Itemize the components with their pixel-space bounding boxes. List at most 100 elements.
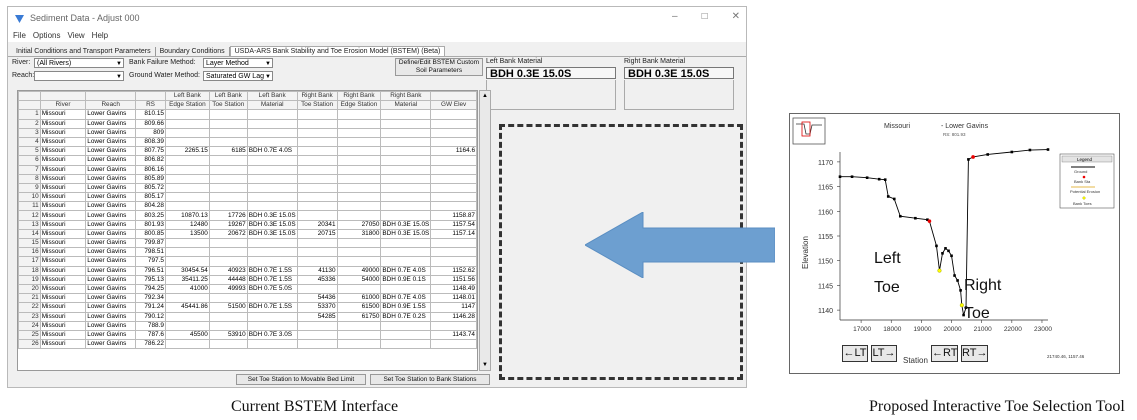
table-cell[interactable] <box>336 201 382 212</box>
table-cell[interactable]: 49000 <box>336 265 382 276</box>
table-cell[interactable] <box>246 237 298 249</box>
table-cell[interactable]: BDH 0.3E 15.0S <box>380 228 432 240</box>
table-cell[interactable]: 795.13 <box>135 274 166 285</box>
table-cell[interactable] <box>430 320 477 331</box>
table-cell[interactable]: 809 <box>135 127 166 138</box>
table-cell[interactable] <box>208 256 248 267</box>
table-cell[interactable] <box>296 155 338 166</box>
table-cell[interactable] <box>336 127 382 138</box>
table-row[interactable]: 18 Missouri Lower Gavins 796.51 30454.54 4092… <box>18 265 477 276</box>
table-cell[interactable] <box>380 182 432 194</box>
table-cell[interactable] <box>430 201 477 212</box>
table-cell[interactable] <box>380 146 432 157</box>
table-row[interactable]: 10 Missouri Lower Gavins 805.17 <box>18 192 477 203</box>
table-row[interactable]: 16 Missouri Lower Gavins 798.51 <box>18 247 477 258</box>
table-cell[interactable]: 1148.01 <box>430 293 477 304</box>
grid-column-header[interactable]: Edge Station <box>336 100 382 111</box>
table-cell[interactable]: 796.51 <box>135 265 166 276</box>
table-cell[interactable] <box>164 164 210 175</box>
table-cell[interactable] <box>164 237 210 249</box>
table-cell[interactable]: Missouri <box>39 274 87 285</box>
table-cell[interactable]: Lower Gavins <box>85 173 137 184</box>
table-cell[interactable]: 35411.25 <box>164 274 210 285</box>
table-cell[interactable]: 19267 <box>208 219 248 230</box>
left-toe-forward-button[interactable]: LT→ <box>871 345 897 362</box>
table-cell[interactable] <box>336 329 382 341</box>
table-cell[interactable]: 61000 <box>336 293 382 304</box>
table-cell[interactable]: Lower Gavins <box>85 256 137 267</box>
table-cell[interactable]: 1157.14 <box>430 228 477 240</box>
grid-column-header[interactable]: River <box>39 100 87 111</box>
table-cell[interactable] <box>336 339 382 350</box>
table-cell[interactable]: 54436 <box>296 293 338 304</box>
table-row[interactable]: 20 Missouri Lower Gavins 794.25 41000 49993 BD… <box>18 283 477 295</box>
table-cell[interactable] <box>336 210 382 221</box>
table-cell[interactable]: Lower Gavins <box>85 274 137 285</box>
table-cell[interactable]: BDH 0.7E 4.0S <box>380 265 432 276</box>
table-cell[interactable] <box>336 136 382 148</box>
table-cell[interactable] <box>380 136 432 148</box>
table-cell[interactable]: Missouri <box>39 228 87 240</box>
table-cell[interactable]: 31800 <box>336 228 382 240</box>
river-select[interactable]: (All Rivers) ▼ <box>34 58 124 68</box>
table-cell[interactable]: BDH 0.9E 0.1S <box>380 274 432 285</box>
left-toe-back-button[interactable]: ←LT <box>842 345 868 362</box>
table-cell[interactable]: 806.16 <box>135 164 166 175</box>
table-cell[interactable]: 807.75 <box>135 146 166 157</box>
table-cell[interactable] <box>208 173 248 184</box>
table-row[interactable]: 12 Missouri Lower Gavins 803.25 10870.13 1772… <box>18 210 477 221</box>
table-cell[interactable]: Lower Gavins <box>85 339 137 350</box>
table-cell[interactable]: Lower Gavins <box>85 320 137 331</box>
table-cell[interactable]: Missouri <box>39 164 87 175</box>
table-row[interactable]: 26 Missouri Lower Gavins 786.22 <box>18 339 477 350</box>
table-cell[interactable]: 805.72 <box>135 182 166 194</box>
table-cell[interactable]: Missouri <box>39 320 87 331</box>
table-cell[interactable] <box>208 109 248 120</box>
table-cell[interactable]: Lower Gavins <box>85 136 137 148</box>
table-cell[interactable] <box>246 173 298 184</box>
table-cell[interactable]: 20715 <box>296 228 338 240</box>
scroll-down-icon[interactable]: ▼ <box>482 362 488 368</box>
table-cell[interactable] <box>246 109 298 120</box>
table-cell[interactable] <box>336 155 382 166</box>
table-row[interactable]: 19 Missouri Lower Gavins 795.13 35411.25 4444… <box>18 274 477 285</box>
table-row[interactable]: 23 Missouri Lower Gavins 790.12 54285 61750 BD… <box>18 311 477 322</box>
table-cell[interactable]: 13500 <box>164 228 210 240</box>
table-cell[interactable]: Missouri <box>39 265 87 276</box>
table-row[interactable]: 21 Missouri Lower Gavins 792.34 54436 61000 BD… <box>18 293 477 304</box>
table-cell[interactable] <box>296 182 338 194</box>
table-cell[interactable] <box>246 136 298 148</box>
table-cell[interactable] <box>430 118 477 129</box>
table-cell[interactable] <box>336 237 382 249</box>
table-cell[interactable]: 786.22 <box>135 339 166 350</box>
table-cell[interactable]: Missouri <box>39 311 87 322</box>
table-cell[interactable] <box>430 164 477 175</box>
table-cell[interactable] <box>296 192 338 203</box>
menu-view[interactable]: View <box>67 31 84 40</box>
table-cell[interactable] <box>246 320 298 331</box>
table-cell[interactable]: Missouri <box>39 329 87 341</box>
table-cell[interactable]: 12480 <box>164 219 210 230</box>
table-cell[interactable]: 1151.56 <box>430 274 477 285</box>
table-row[interactable]: 15 Missouri Lower Gavins 799.87 <box>18 237 477 249</box>
table-cell[interactable]: Lower Gavins <box>85 329 137 341</box>
table-cell[interactable]: BDH 0.3E 15.0S <box>246 210 298 221</box>
table-cell[interactable] <box>430 339 477 350</box>
table-cell[interactable]: 798.51 <box>135 247 166 258</box>
table-row[interactable]: 13 Missouri Lower Gavins 801.93 12480 19267 BD… <box>18 219 477 230</box>
table-cell[interactable] <box>164 173 210 184</box>
table-cell[interactable]: BDH 0.7E 4.0S <box>380 293 432 304</box>
table-cell[interactable]: Missouri <box>39 219 87 230</box>
table-cell[interactable] <box>336 109 382 120</box>
table-cell[interactable]: 1158.87 <box>430 210 477 221</box>
table-cell[interactable]: 20341 <box>296 219 338 230</box>
table-cell[interactable] <box>296 283 338 295</box>
table-cell[interactable]: 53910 <box>208 329 248 341</box>
table-cell[interactable]: Lower Gavins <box>85 237 137 249</box>
table-cell[interactable]: 1164.6 <box>430 146 477 157</box>
table-cell[interactable]: 2265.15 <box>164 146 210 157</box>
table-cell[interactable] <box>208 293 248 304</box>
table-cell[interactable]: Missouri <box>39 237 87 249</box>
table-cell[interactable] <box>336 118 382 129</box>
table-cell[interactable]: 45441.86 <box>164 302 210 313</box>
